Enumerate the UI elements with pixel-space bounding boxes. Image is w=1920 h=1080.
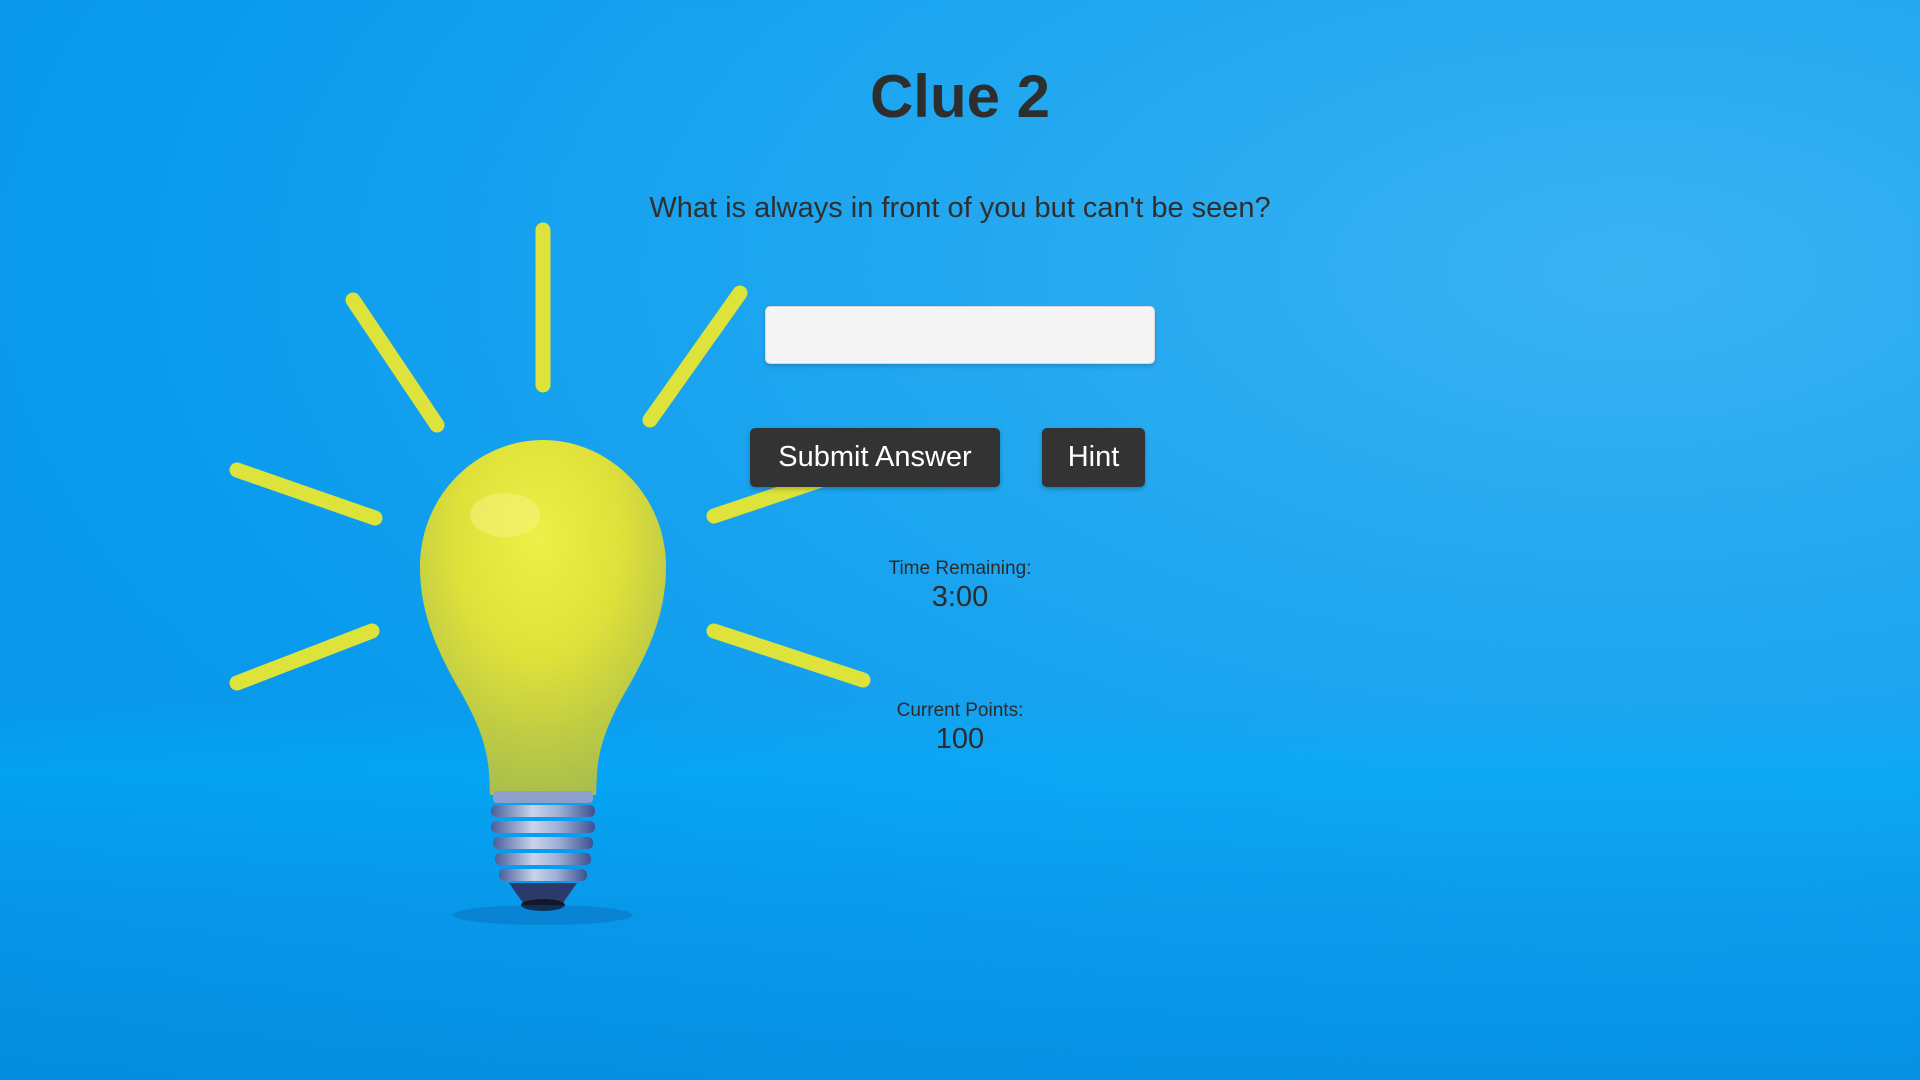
time-remaining: Time Remaining: 3:00 (0, 558, 1920, 614)
answer-input[interactable] (765, 306, 1155, 364)
current-points-label: Current Points: (896, 700, 1024, 721)
bulb-highlight (470, 493, 540, 537)
current-points: Current Points: 100 (0, 700, 1920, 756)
bulb-shadow (453, 905, 633, 925)
hint-button[interactable]: Hint (1042, 428, 1145, 487)
time-remaining-value: 3:00 (931, 581, 989, 613)
bulb-base (491, 791, 595, 911)
page-title: Clue 2 (869, 63, 1051, 130)
time-remaining-label: Time Remaining: (888, 558, 1032, 579)
current-points-value: 100 (935, 723, 985, 755)
submit-answer-button[interactable]: Submit Answer (750, 428, 1000, 487)
clue-question: What is always in front of you but can't… (649, 192, 1271, 224)
